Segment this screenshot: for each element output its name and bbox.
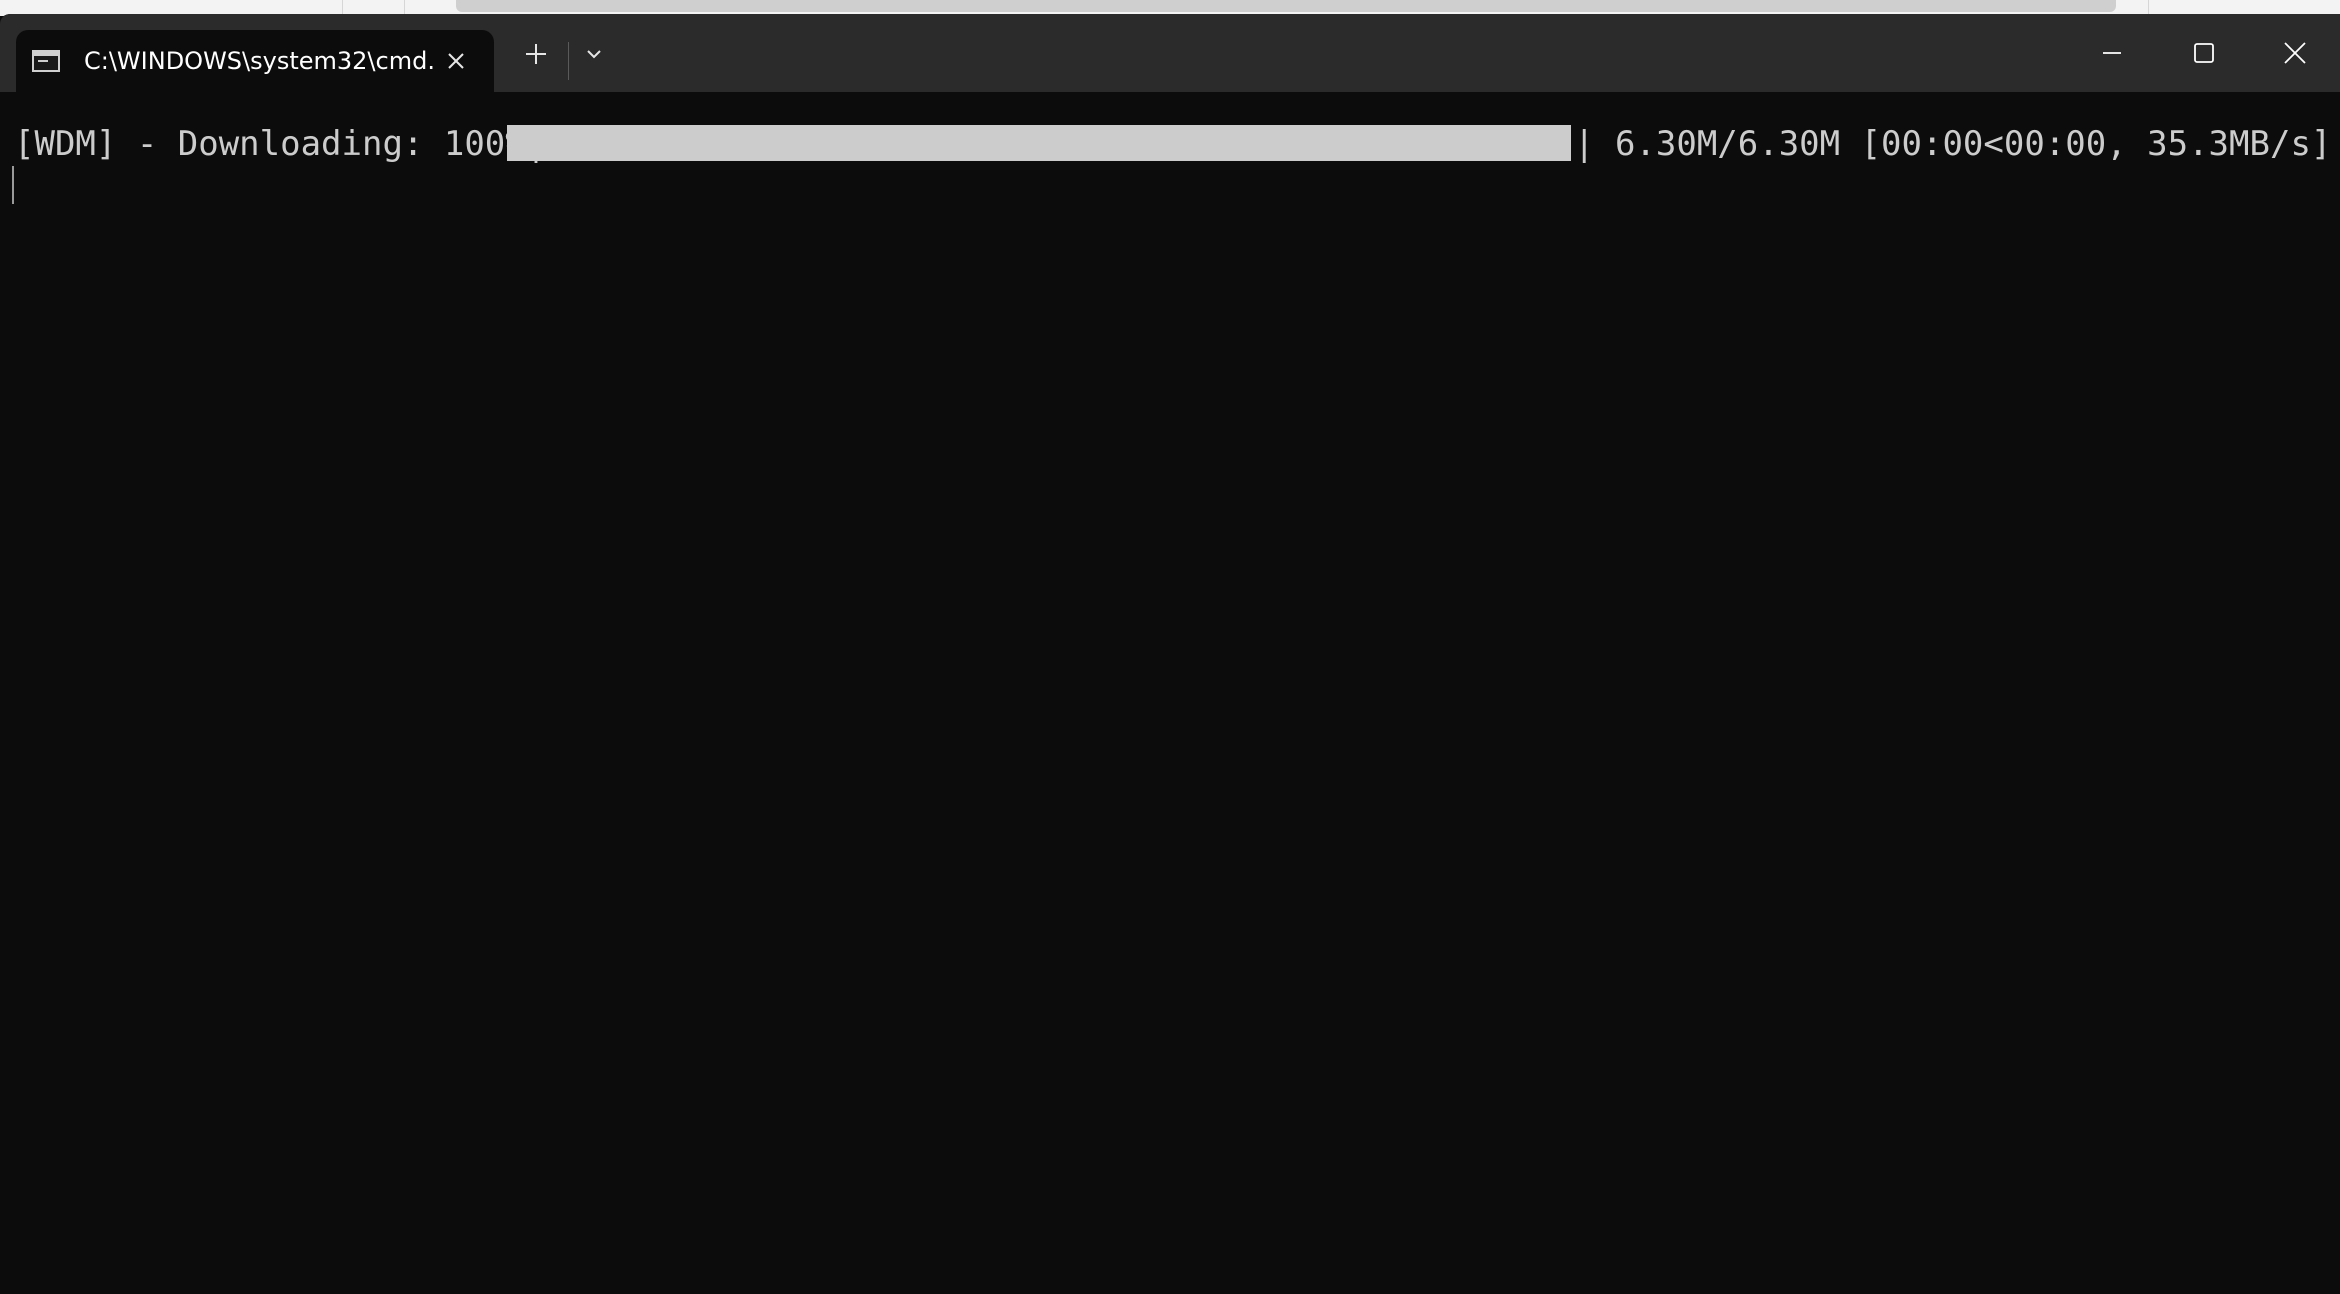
close-button[interactable] bbox=[2250, 14, 2340, 92]
plus-icon bbox=[526, 44, 546, 64]
tab-divider bbox=[568, 42, 569, 80]
download-progress-fill bbox=[507, 125, 1571, 161]
minimize-icon bbox=[2103, 52, 2121, 54]
output-line-suffix: | 6.30M/6.30M [00:00<00:00, 35.3MB/s] bbox=[1574, 124, 2332, 164]
minimize-button[interactable] bbox=[2066, 14, 2158, 92]
maximize-icon bbox=[2194, 43, 2214, 63]
profile-dropdown-button[interactable] bbox=[578, 32, 610, 76]
console-output[interactable]: [WDM] - Downloading: 100%| | 6.30M/6.30M… bbox=[0, 92, 2340, 1294]
download-progress-bar bbox=[507, 125, 1571, 161]
close-icon bbox=[448, 53, 464, 69]
text-cursor bbox=[12, 166, 14, 204]
terminal-window: C:\WINDOWS\system32\cmd. [WDM] - Downloa… bbox=[0, 14, 2340, 1294]
maximize-button[interactable] bbox=[2158, 14, 2250, 92]
tab-close-button[interactable] bbox=[440, 45, 472, 77]
tab-cmd[interactable]: C:\WINDOWS\system32\cmd. bbox=[16, 30, 494, 92]
title-bar[interactable]: C:\WINDOWS\system32\cmd. bbox=[0, 14, 2340, 92]
tab-title: C:\WINDOWS\system32\cmd. bbox=[84, 47, 434, 75]
cmd-icon bbox=[32, 50, 60, 72]
chevron-down-icon bbox=[587, 50, 601, 59]
close-icon bbox=[2284, 42, 2306, 64]
background-scrollbar-thumb bbox=[456, 0, 2116, 12]
new-tab-button[interactable] bbox=[514, 32, 558, 76]
